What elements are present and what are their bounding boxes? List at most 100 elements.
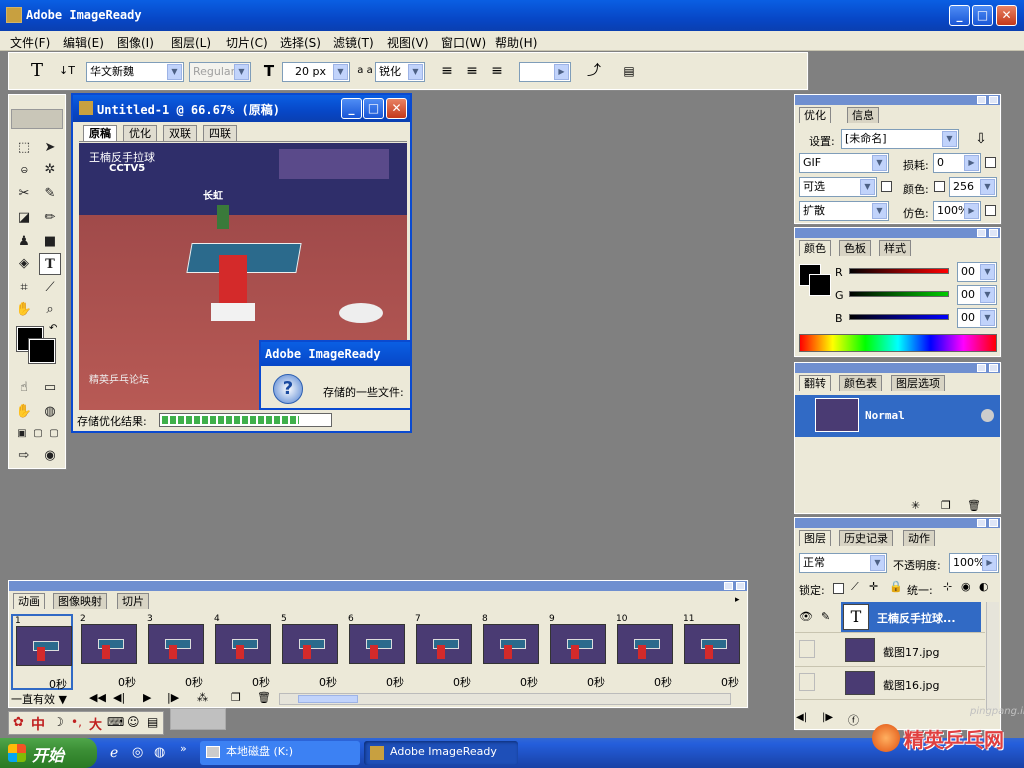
frame-delay[interactable]: 0秒 (587, 674, 605, 690)
minimize-button[interactable]: _ (949, 5, 970, 26)
ime-case-icon[interactable]: 大 (89, 714, 102, 733)
layers-next-icon[interactable]: |▶ (822, 712, 833, 723)
layer-row-image[interactable]: 截图16.jpg (795, 667, 985, 700)
menu-file[interactable]: 文件(F) (10, 34, 50, 51)
delete-frame-icon[interactable]: 🗑 (257, 691, 271, 704)
jump-to-photoshop-icon[interactable]: ⇨ (13, 445, 35, 467)
unify-visibility-icon[interactable]: ◉ (961, 580, 971, 593)
tab-swatches[interactable]: 色板 (839, 240, 871, 256)
frame-delay[interactable]: 0秒 (319, 674, 337, 690)
ime-halfwidth-icon[interactable]: ☽ (53, 715, 64, 729)
doc-maximize-button[interactable]: □ (363, 98, 384, 119)
layers-scrollbar[interactable] (986, 602, 999, 710)
align-center-icon[interactable]: ≡ (462, 61, 482, 81)
palette-minimize-icon[interactable] (724, 582, 733, 590)
tab-color-table[interactable]: 颜色表 (839, 375, 882, 391)
duplicate-frame-icon[interactable]: ❐ (231, 691, 241, 704)
paint-bucket-icon[interactable]: ◈ (13, 253, 35, 275)
colors-mask-icon[interactable] (934, 181, 945, 192)
lasso-icon[interactable]: ဓ (13, 159, 35, 181)
animation-frame[interactable]: 1 0秒 (11, 614, 73, 692)
tab-optimized[interactable]: 优化 (123, 125, 157, 141)
channel-b-slider[interactable] (849, 314, 949, 320)
taskbar-item-imageready[interactable]: Adobe ImageReady (364, 741, 518, 765)
frame-delay[interactable]: 0秒 (185, 674, 203, 690)
frame-delay[interactable]: 0秒 (721, 674, 739, 690)
layers-prev-icon[interactable]: ◀| (796, 712, 807, 723)
first-frame-icon[interactable]: ◀◀ (89, 691, 106, 704)
frame-delay[interactable]: 0秒 (520, 674, 538, 690)
dither-mask-icon[interactable] (985, 205, 996, 216)
palette-title-bar[interactable] (795, 228, 1000, 238)
ime-keyboard-icon[interactable]: ⌨ (107, 715, 124, 729)
layer-row-text[interactable]: 👁 ✎ T 王楠反手拉球... (795, 600, 985, 633)
opacity-input[interactable]: 100% ▶ (949, 553, 999, 573)
channel-r-input[interactable]: 00 ▼ (957, 262, 997, 282)
unify-style-icon[interactable]: ◐ (979, 580, 989, 593)
tab-rollover[interactable]: 翻转 (799, 375, 831, 391)
zoom-icon[interactable]: ⌕ (39, 299, 61, 321)
frames-scroll-thumb[interactable] (298, 695, 358, 703)
tab-layer-options[interactable]: 图层选项 (891, 375, 945, 391)
image-map-visibility-icon[interactable]: ▭ (39, 377, 61, 399)
palette-close-icon[interactable] (989, 519, 998, 527)
animation-menu-icon[interactable]: ▸ (735, 595, 740, 605)
palette-minimize-icon[interactable] (977, 96, 986, 104)
desktop-quicklaunch-icon[interactable]: ◍ (154, 745, 165, 760)
animation-frame[interactable]: 2 0秒 (78, 614, 140, 690)
tab-optimize[interactable]: 优化 (799, 107, 831, 123)
optimize-menu-icon[interactable]: ⇩ (971, 129, 991, 149)
layer-style-icon[interactable]: ⓕ (848, 712, 859, 728)
crop-icon[interactable]: ⌗ (13, 277, 35, 299)
frame-delay[interactable]: 0秒 (386, 674, 404, 690)
taskbar-item-local-disk[interactable]: 本地磁盘 (K:) (200, 741, 360, 765)
ime-mode-label[interactable]: 中 (31, 714, 45, 734)
animation-frame[interactable]: 3 0秒 (145, 614, 207, 690)
rectangle-icon[interactable]: ■ (39, 231, 61, 253)
animation-frame[interactable]: 5 0秒 (279, 614, 341, 690)
eraser-icon[interactable]: ◪ (13, 207, 35, 229)
warp-text-icon[interactable]: ⤴ (584, 61, 604, 81)
brush-icon[interactable]: ✎ (39, 183, 61, 205)
antialias-select[interactable]: 锐化 ▼ (375, 62, 425, 82)
menu-edit[interactable]: 编辑(E) (63, 34, 104, 51)
lossy-input[interactable]: 0 ▶ (933, 153, 981, 173)
palette-title-bar[interactable] (795, 518, 1000, 528)
rollover-preview-icon[interactable]: ☝ (13, 377, 35, 399)
palette-close-icon[interactable] (989, 96, 998, 104)
animation-frame[interactable]: 9 0秒 (547, 614, 609, 690)
dither-input[interactable]: 100% ▶ (933, 201, 981, 221)
animation-frame[interactable]: 7 0秒 (413, 614, 475, 690)
frame-delay[interactable]: 0秒 (118, 674, 136, 690)
frame-delay[interactable]: 0秒 (453, 674, 471, 690)
start-button[interactable]: 开始 (0, 738, 97, 768)
lock-position-icon[interactable]: ✛ (869, 580, 878, 593)
prev-frame-icon[interactable]: ◀| (113, 691, 125, 704)
tab-slices[interactable]: 切片 (117, 593, 149, 609)
tab-4up[interactable]: 四联 (203, 125, 237, 141)
document-title-bar[interactable]: Untitled-1 @ 66.67% (原稿) _ □ ✕ (73, 95, 410, 122)
doc-minimize-button[interactable]: _ (341, 98, 362, 119)
visibility-eye-icon[interactable]: 👁 (799, 610, 813, 623)
lock-all-icon[interactable]: 🔒 (889, 580, 903, 593)
tab-image-map[interactable]: 图像映射 (53, 593, 107, 609)
loop-select[interactable]: 一直有效 ▼ (11, 691, 67, 707)
jump-photoshop-logo-icon[interactable]: ◉ (39, 445, 61, 467)
dither-method-select[interactable]: 扩散 ▼ (799, 201, 889, 221)
menu-slice[interactable]: 切片(C) (226, 34, 268, 51)
rollover-options-icon[interactable] (981, 409, 994, 422)
tab-original[interactable]: 原稿 (83, 125, 117, 141)
frame-delay[interactable]: 0秒 (49, 676, 67, 692)
palette-close-icon[interactable] (736, 582, 745, 590)
ime-logo-icon[interactable]: ✿ (13, 715, 24, 730)
menu-window[interactable]: 窗口(W) (441, 34, 486, 51)
reduction-mask-icon[interactable] (881, 181, 892, 192)
quicklaunch-expand-icon[interactable]: » (180, 742, 187, 755)
ime-punctuation-icon[interactable]: •, (71, 715, 82, 729)
menu-help[interactable]: 帮助(H) (495, 34, 537, 51)
color-background-swatch[interactable] (809, 274, 831, 296)
lock-transparency-icon[interactable] (833, 583, 844, 594)
colors-select[interactable]: 256 ▼ (949, 177, 997, 197)
animation-frame[interactable]: 6 0秒 (346, 614, 408, 690)
lossy-mask-icon[interactable] (985, 157, 996, 168)
